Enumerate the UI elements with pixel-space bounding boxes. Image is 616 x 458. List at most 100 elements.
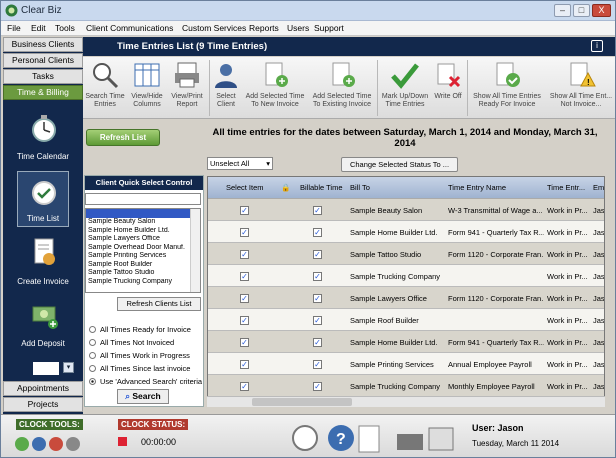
billable-checkbox[interactable]: ✓: [313, 272, 322, 281]
billable-checkbox[interactable]: ✓: [313, 250, 322, 259]
horizontal-scrollbar[interactable]: [207, 396, 605, 407]
clock-tools-icons[interactable]: [13, 434, 83, 454]
client-list[interactable]: Sample Beauty Salon Sample Home Builder …: [85, 208, 201, 293]
maximize-button[interactable]: □: [573, 4, 590, 17]
select-checkbox[interactable]: ✓: [240, 382, 249, 391]
refresh-list-button[interactable]: Refresh List: [86, 129, 160, 146]
nav-create-invoice[interactable]: Create Invoice: [3, 277, 83, 286]
list-item[interactable]: Sample Tattoo Studio: [86, 269, 200, 278]
table-row[interactable]: ✓ ✓ Sample Printing Services Annual Employe…: [208, 353, 604, 375]
menu-support[interactable]: Support: [314, 23, 344, 33]
select-checkbox[interactable]: ✓: [240, 360, 249, 369]
menu-reports[interactable]: Reports: [249, 23, 279, 33]
show-not-invoiced-button[interactable]: ! Show All Time Ent... Not Invoice...: [547, 61, 615, 109]
nav-time-calendar[interactable]: Time Calendar: [3, 152, 83, 161]
stop-icon[interactable]: [118, 437, 127, 446]
write-off-button[interactable]: Write Off: [433, 61, 463, 101]
billable-checkbox[interactable]: ✓: [313, 294, 322, 303]
ribbon-label: Add Selected Time To Existing Invoice: [312, 93, 372, 108]
select-checkbox[interactable]: ✓: [240, 206, 249, 215]
select-checkbox[interactable]: ✓: [240, 294, 249, 303]
list-scrollbar[interactable]: [190, 209, 200, 292]
billable-checkbox[interactable]: ✓: [313, 360, 322, 369]
select-checkbox[interactable]: ✓: [240, 250, 249, 259]
billable-checkbox[interactable]: ✓: [313, 316, 322, 325]
select-checkbox[interactable]: ✓: [240, 316, 249, 325]
minimize-button[interactable]: –: [554, 4, 571, 17]
table-row[interactable]: ✓ ✓ Sample Roof Builder Work in Pr... Jas: [208, 309, 604, 331]
menu-users[interactable]: Users: [287, 23, 309, 33]
column-header-time-entry-status[interactable]: Time Entr...: [547, 183, 585, 192]
list-item[interactable]: Sample Printing Services: [86, 252, 200, 261]
radio-work-in-progress[interactable]: All Times Work in Progress: [89, 351, 190, 360]
lock-icon[interactable]: 🔒: [281, 183, 290, 192]
tab-appointments[interactable]: Appointments: [3, 381, 83, 396]
list-item[interactable]: Sample Beauty Salon: [86, 218, 200, 227]
table-row[interactable]: ✓ ✓ Sample Trucking Company Monthly Employe…: [208, 375, 604, 397]
table-row[interactable]: ✓ ✓ Sample Lawyers Office Form 1120 - Corpo…: [208, 287, 604, 309]
refresh-clients-button[interactable]: Refresh Clients List: [117, 297, 201, 311]
search-button[interactable]: ⌕ Search: [117, 389, 169, 404]
billable-checkbox[interactable]: ✓: [313, 338, 322, 347]
client-search-input[interactable]: [85, 193, 201, 205]
cell-status: Work in Pr...: [547, 294, 588, 303]
change-status-button[interactable]: Change Selected Status To ...: [341, 157, 458, 172]
show-ready-for-invoice-button[interactable]: Show All Time Entries Ready For Invoice: [469, 61, 545, 109]
select-checkbox[interactable]: ✓: [240, 272, 249, 281]
table-row[interactable]: ✓ ✓ Sample Trucking Company Work in Pr... Ja…: [208, 265, 604, 287]
table-row[interactable]: ✓ ✓ Sample Home Builder Ltd. Form 941 - Qua…: [208, 331, 604, 353]
menu-client-communications[interactable]: Client Communications: [86, 23, 173, 33]
list-item[interactable]: Sample Trucking Company: [86, 278, 200, 287]
billable-checkbox[interactable]: ✓: [313, 206, 322, 215]
tab-projects[interactable]: Projects: [3, 397, 83, 412]
select-checkbox[interactable]: ✓: [240, 338, 249, 347]
mark-up-down-button[interactable]: Mark Up/Down Time Entries: [379, 61, 431, 109]
column-header-bill-to[interactable]: Bill To: [350, 183, 370, 192]
unselect-all-dropdown[interactable]: Unselect All ▾: [207, 157, 273, 170]
tab-personal-clients[interactable]: Personal Clients: [3, 53, 83, 68]
select-client-button[interactable]: Select Client: [211, 61, 241, 109]
deposit-icon[interactable]: [27, 301, 61, 331]
add-time-existing-invoice-button[interactable]: Add Selected Time To Existing Invoice: [309, 61, 375, 109]
stopwatch-icon[interactable]: [27, 113, 61, 143]
phone-icons[interactable]: [393, 422, 459, 454]
help-button[interactable]: i: [591, 40, 603, 52]
table-row[interactable]: ✓ ✓ Sample Tattoo Studio Form 1120 - Corpor…: [208, 243, 604, 265]
view-print-report-button[interactable]: View/Print Report: [167, 61, 207, 109]
billable-checkbox[interactable]: ✓: [313, 228, 322, 237]
list-item[interactable]: Sample Overhead Door Manuf.: [86, 244, 200, 253]
table-row[interactable]: ✓ ✓ Sample Beauty Salon W-3 Transmittal of …: [208, 199, 604, 221]
column-header-billable[interactable]: Billable Time: [300, 183, 343, 192]
radio-since-last-invoice[interactable]: All Times Since last invoice: [89, 364, 190, 373]
menu-file[interactable]: File: [7, 23, 21, 33]
select-checkbox[interactable]: ✓: [240, 228, 249, 237]
column-header-time-entry-name[interactable]: Time Entry Name: [448, 183, 506, 192]
tab-tasks[interactable]: Tasks: [3, 69, 83, 84]
list-item[interactable]: Sample Lawyers Office: [86, 235, 200, 244]
search-time-entries-button[interactable]: Search Time Entries: [83, 61, 127, 109]
radio-advanced-search[interactable]: Use 'Advanced Search' criteria: [89, 377, 202, 386]
tab-business-clients[interactable]: Business Clients: [3, 37, 83, 52]
column-header-employee[interactable]: Em: [593, 183, 604, 192]
nav-expand-button[interactable]: ▾: [63, 362, 74, 373]
time-help-icons[interactable]: ?: [291, 420, 387, 456]
menu-tools[interactable]: Tools: [55, 23, 75, 33]
scroll-thumb[interactable]: [252, 398, 352, 406]
radio-not-invoiced[interactable]: All Times Not Invoiced: [89, 338, 174, 347]
view-hide-columns-button[interactable]: View/Hide Columns: [127, 61, 167, 109]
add-time-new-invoice-button[interactable]: Add Selected Time To New Invoice: [243, 61, 307, 109]
billable-checkbox[interactable]: ✓: [313, 382, 322, 391]
list-item[interactable]: Sample Roof Builder: [86, 261, 200, 270]
menu-edit[interactable]: Edit: [31, 23, 46, 33]
list-item-selected[interactable]: [86, 209, 200, 218]
nav-add-deposit[interactable]: Add Deposit: [3, 339, 83, 348]
column-header-select[interactable]: Select Item: [226, 183, 264, 192]
radio-ready-for-invoice[interactable]: All Times Ready for Invoice: [89, 325, 191, 334]
close-button[interactable]: X: [592, 4, 611, 17]
list-item[interactable]: Sample Home Builder Ltd.: [86, 227, 200, 236]
invoice-icon[interactable]: [27, 237, 61, 267]
table-row[interactable]: ✓ ✓ Sample Home Builder Ltd. Form 941 - Qua…: [208, 221, 604, 243]
nav-time-list[interactable]: Time List: [3, 214, 83, 223]
tab-time-billing[interactable]: Time & Billing: [3, 85, 83, 100]
menu-custom-services[interactable]: Custom Services: [182, 23, 246, 33]
